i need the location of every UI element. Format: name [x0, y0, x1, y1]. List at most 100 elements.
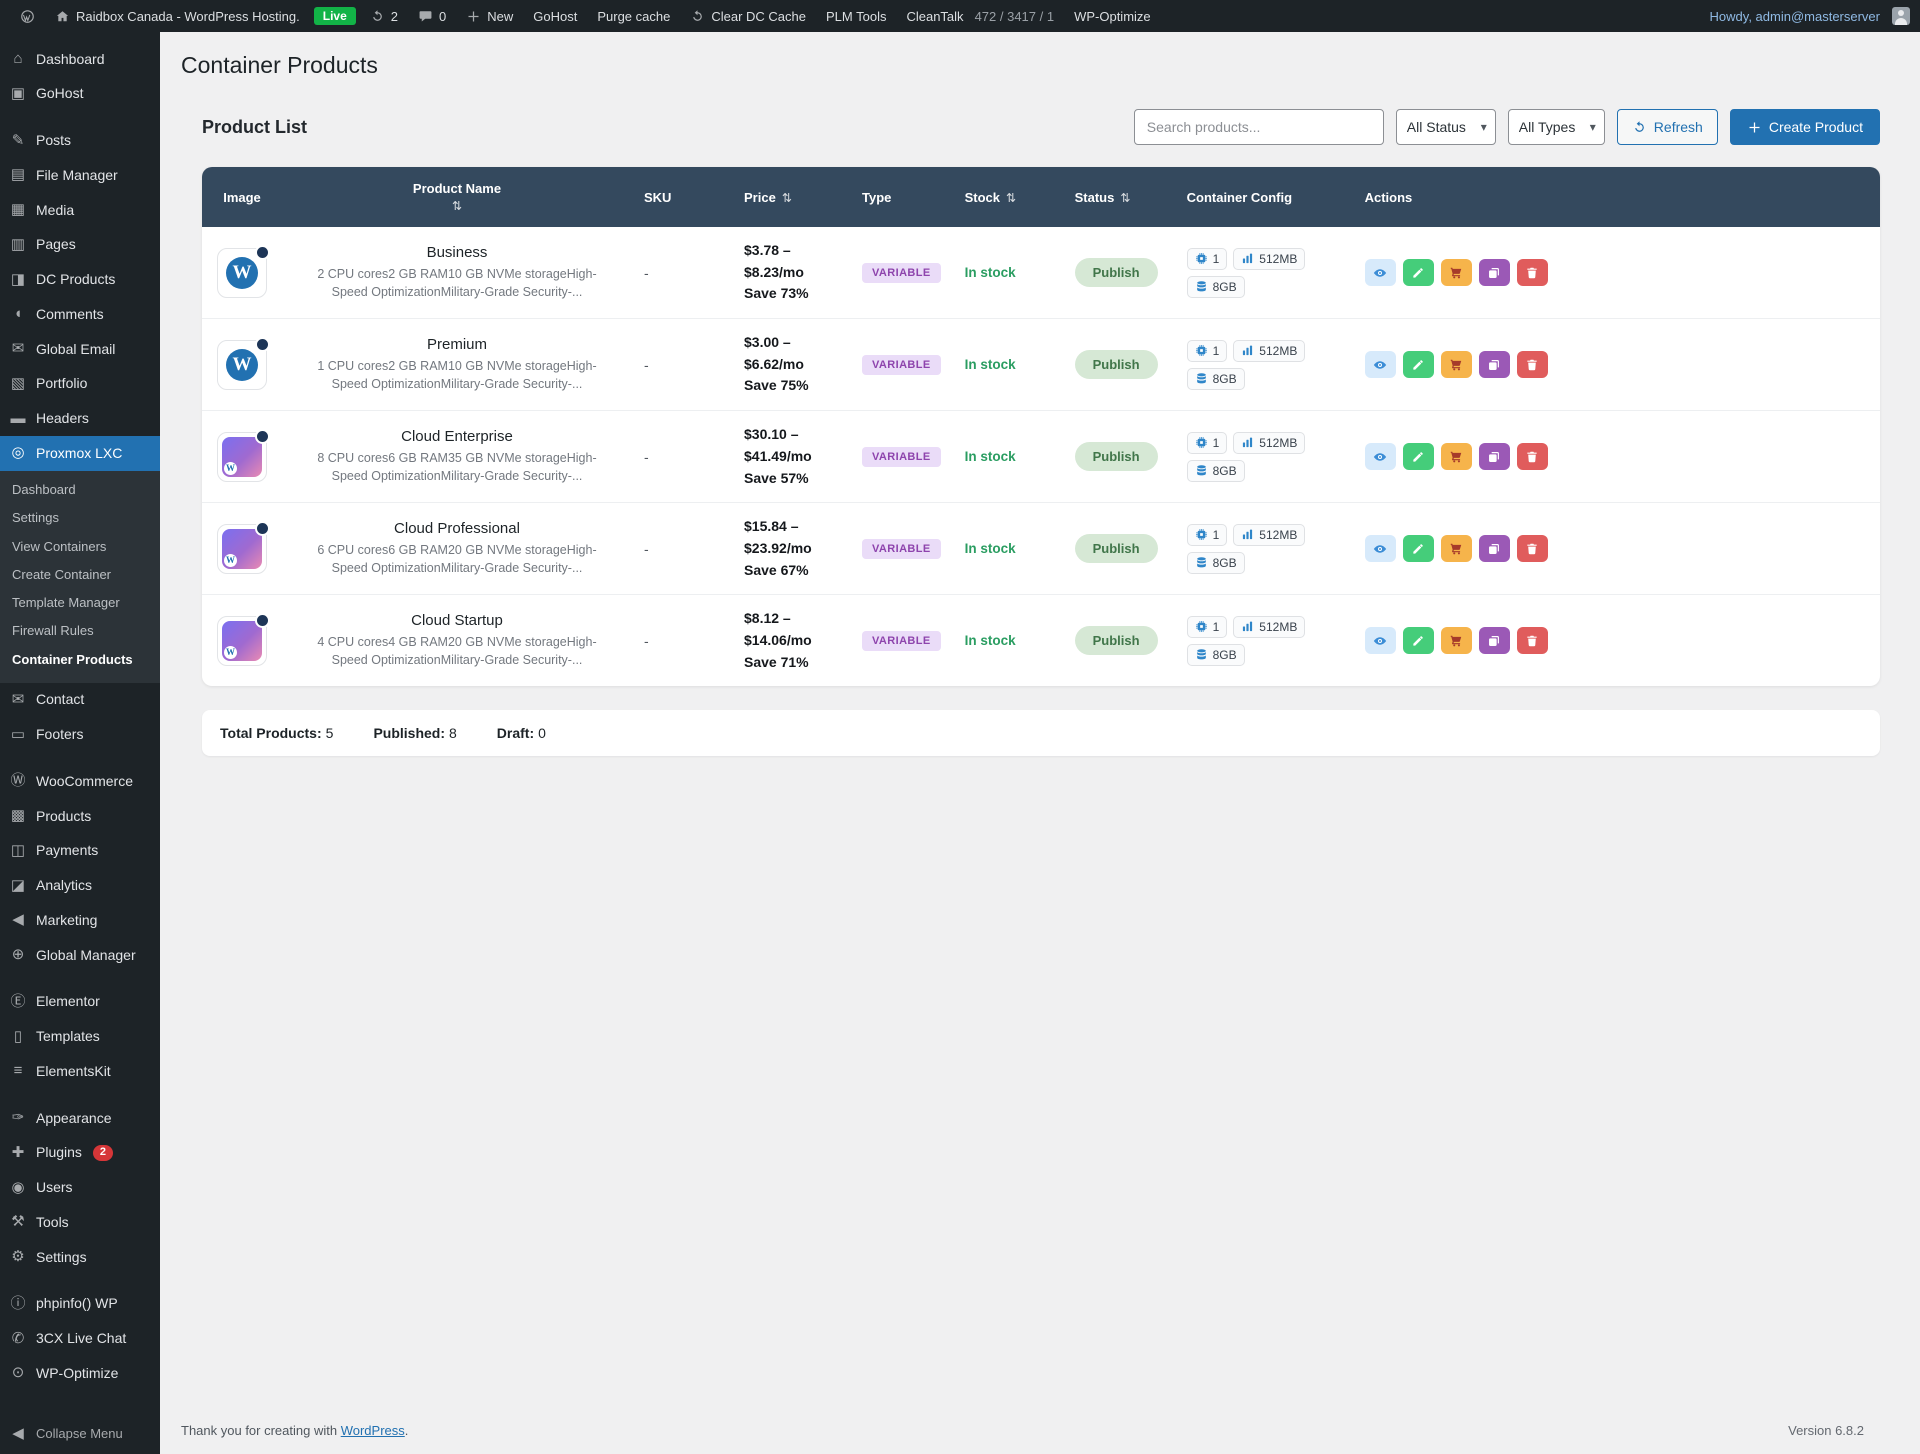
- sidebar-item-gohost[interactable]: ▣ GoHost: [0, 77, 160, 112]
- sidebar-item-contact[interactable]: ✉ Contact: [0, 683, 160, 718]
- sidebar-item-appearance[interactable]: ✑ Appearance: [0, 1101, 160, 1136]
- comments-link[interactable]: 0: [408, 0, 456, 32]
- duplicate-button[interactable]: [1478, 627, 1510, 655]
- edit-button[interactable]: [1402, 535, 1434, 563]
- edit-button[interactable]: [1402, 627, 1434, 655]
- sidebar-item-products[interactable]: ▩ Products: [0, 799, 160, 834]
- sidebar-item-footers[interactable]: ▭ Footers: [0, 718, 160, 753]
- updates-link[interactable]: 2: [360, 0, 408, 32]
- duplicate-button[interactable]: [1478, 259, 1510, 287]
- wordpress-link[interactable]: WordPress: [341, 1423, 405, 1438]
- search-input[interactable]: [1133, 109, 1384, 145]
- sidebar-item-file-manager[interactable]: ▤ File Manager: [0, 158, 160, 193]
- create-product-button[interactable]: Create Product: [1729, 109, 1880, 145]
- wordpress-logo-menu[interactable]: [10, 0, 45, 32]
- sidebar-subitem-view-containers[interactable]: View Containers: [0, 533, 160, 561]
- gohost-link[interactable]: GoHost: [523, 0, 587, 32]
- new-content-link[interactable]: New: [456, 0, 523, 32]
- sidebar-item-global-email[interactable]: ✉ Global Email: [0, 332, 160, 367]
- product-price: $3.00 – $6.62/mo Save 75%: [732, 318, 850, 412]
- type-filter-select[interactable]: All Types: [1507, 109, 1605, 145]
- sidebar-item-woocommerce[interactable]: Ⓦ WooCommerce: [0, 764, 160, 799]
- admin-bar: Raidbox Canada - WordPress Hosting. Live…: [0, 0, 1920, 32]
- sidebar-item-global-manager[interactable]: ⊕ Global Manager: [0, 938, 160, 973]
- config-chip: 512MB: [1233, 615, 1306, 638]
- menu-separator: [0, 112, 160, 124]
- howdy-link[interactable]: Howdy, admin@masterserver: [1700, 0, 1890, 32]
- sidebar-item-pages[interactable]: ▥ Pages: [0, 228, 160, 263]
- duplicate-button[interactable]: [1478, 535, 1510, 563]
- collapse-menu-button[interactable]: ◀ Collapse Menu: [0, 1412, 160, 1454]
- view-button[interactable]: [1364, 627, 1396, 655]
- status-filter-select[interactable]: All Status: [1395, 109, 1496, 145]
- sidebar-item-proxmox-lxc[interactable]: ◎ Proxmox LXC: [0, 436, 160, 471]
- delete-button[interactable]: [1516, 535, 1548, 563]
- sidebar-item-analytics[interactable]: ◪ Analytics: [0, 869, 160, 904]
- sidebar-item-phpinfo-wp[interactable]: ⓘ phpinfo() WP: [0, 1287, 160, 1322]
- edit-button[interactable]: [1402, 259, 1434, 287]
- view-button[interactable]: [1364, 259, 1396, 287]
- sidebar-item-3cx-live-chat[interactable]: ✆ 3CX Live Chat: [0, 1322, 160, 1357]
- sidebar-item-tools[interactable]: ⚒ Tools: [0, 1205, 160, 1240]
- wp-optimize-link[interactable]: WP-Optimize: [1064, 0, 1161, 32]
- sidebar-item-settings[interactable]: ⚙ Settings: [0, 1240, 160, 1275]
- sidebar-subitem-create-container[interactable]: Create Container: [0, 561, 160, 589]
- delete-button[interactable]: [1516, 627, 1548, 655]
- column-header-stock[interactable]: Stock ⇅: [952, 167, 1063, 227]
- cleantalk-link[interactable]: CleanTalk 472 / 3417 / 1: [896, 0, 1064, 32]
- sidebar-item-payments[interactable]: ◫ Payments: [0, 834, 160, 869]
- clear-dc-cache-link[interactable]: Clear DC Cache: [680, 0, 816, 32]
- sidebar-item-plugins[interactable]: ✚ Plugins 2: [0, 1136, 160, 1171]
- contact-icon: ✉: [11, 690, 25, 708]
- purge-cache-link[interactable]: Purge cache: [587, 0, 680, 32]
- view-button[interactable]: [1364, 535, 1396, 563]
- sidebar-item-media[interactable]: ▦ Media: [0, 193, 160, 228]
- avatar[interactable]: [1892, 7, 1910, 25]
- sidebar-item-elementor[interactable]: Ⓔ Elementor: [0, 985, 160, 1020]
- product-price: $8.12 – $14.06/mo Save 71%: [744, 610, 812, 670]
- sidebar-item-dc-products[interactable]: ◨ DC Products: [0, 263, 160, 298]
- plm-tools-link[interactable]: PLM Tools: [816, 0, 896, 32]
- sidebar-item-label: Elementor: [36, 993, 100, 1010]
- sidebar-item-comments[interactable]: ◖ Comments: [0, 297, 160, 332]
- sidebar-subitem-firewall-rules[interactable]: Firewall Rules: [0, 617, 160, 645]
- status-badge: Publish: [1074, 442, 1158, 472]
- add-to-cart-button[interactable]: [1440, 535, 1472, 563]
- sidebar-subitem-template-manager[interactable]: Template Manager: [0, 589, 160, 617]
- sidebar-item-templates[interactable]: ▯ Templates: [0, 1020, 160, 1055]
- view-button[interactable]: [1364, 351, 1396, 379]
- column-header-product-name[interactable]: Product Name ⇅: [282, 167, 632, 227]
- edit-button[interactable]: [1402, 351, 1434, 379]
- sidebar-item-headers[interactable]: ▬ Headers: [0, 402, 160, 437]
- sidebar-item-wp-optimize[interactable]: ⊙ WP-Optimize: [0, 1356, 160, 1391]
- site-name-link[interactable]: Raidbox Canada - WordPress Hosting.: [45, 0, 310, 32]
- add-to-cart-button[interactable]: [1440, 443, 1472, 471]
- delete-button[interactable]: [1516, 443, 1548, 471]
- product-sku: -: [632, 227, 732, 320]
- refresh-button[interactable]: Refresh: [1616, 109, 1718, 145]
- view-button[interactable]: [1364, 443, 1396, 471]
- add-to-cart-button[interactable]: [1440, 627, 1472, 655]
- sidebar-item-marketing[interactable]: ◀ Marketing: [0, 903, 160, 938]
- config-chip: 512MB: [1233, 431, 1306, 454]
- sidebar-subitem-container-products[interactable]: Container Products: [0, 646, 160, 674]
- edit-button[interactable]: [1402, 443, 1434, 471]
- sidebar-item-elementskit[interactable]: ≡ ElementsKit: [0, 1054, 160, 1089]
- delete-button[interactable]: [1516, 259, 1548, 287]
- sidebar-item-label: GoHost: [36, 85, 84, 102]
- add-to-cart-button[interactable]: [1440, 351, 1472, 379]
- duplicate-button[interactable]: [1478, 443, 1510, 471]
- sidebar-item-label: Users: [36, 1179, 73, 1196]
- sidebar-item-dashboard[interactable]: ⌂ Dashboard: [0, 42, 160, 77]
- sidebar-item-posts[interactable]: ✎ Posts: [0, 124, 160, 159]
- duplicate-button[interactable]: [1478, 351, 1510, 379]
- row-actions: [1364, 535, 1868, 563]
- add-to-cart-button[interactable]: [1440, 259, 1472, 287]
- sidebar-subitem-dashboard[interactable]: Dashboard: [0, 476, 160, 504]
- column-header-price[interactable]: Price ⇅: [732, 167, 850, 227]
- sidebar-item-users[interactable]: ◉ Users: [0, 1171, 160, 1206]
- sidebar-subitem-settings[interactable]: Settings: [0, 504, 160, 532]
- column-header-status[interactable]: Status ⇅: [1062, 167, 1175, 227]
- delete-button[interactable]: [1516, 351, 1548, 379]
- sidebar-item-portfolio[interactable]: ▧ Portfolio: [0, 367, 160, 402]
